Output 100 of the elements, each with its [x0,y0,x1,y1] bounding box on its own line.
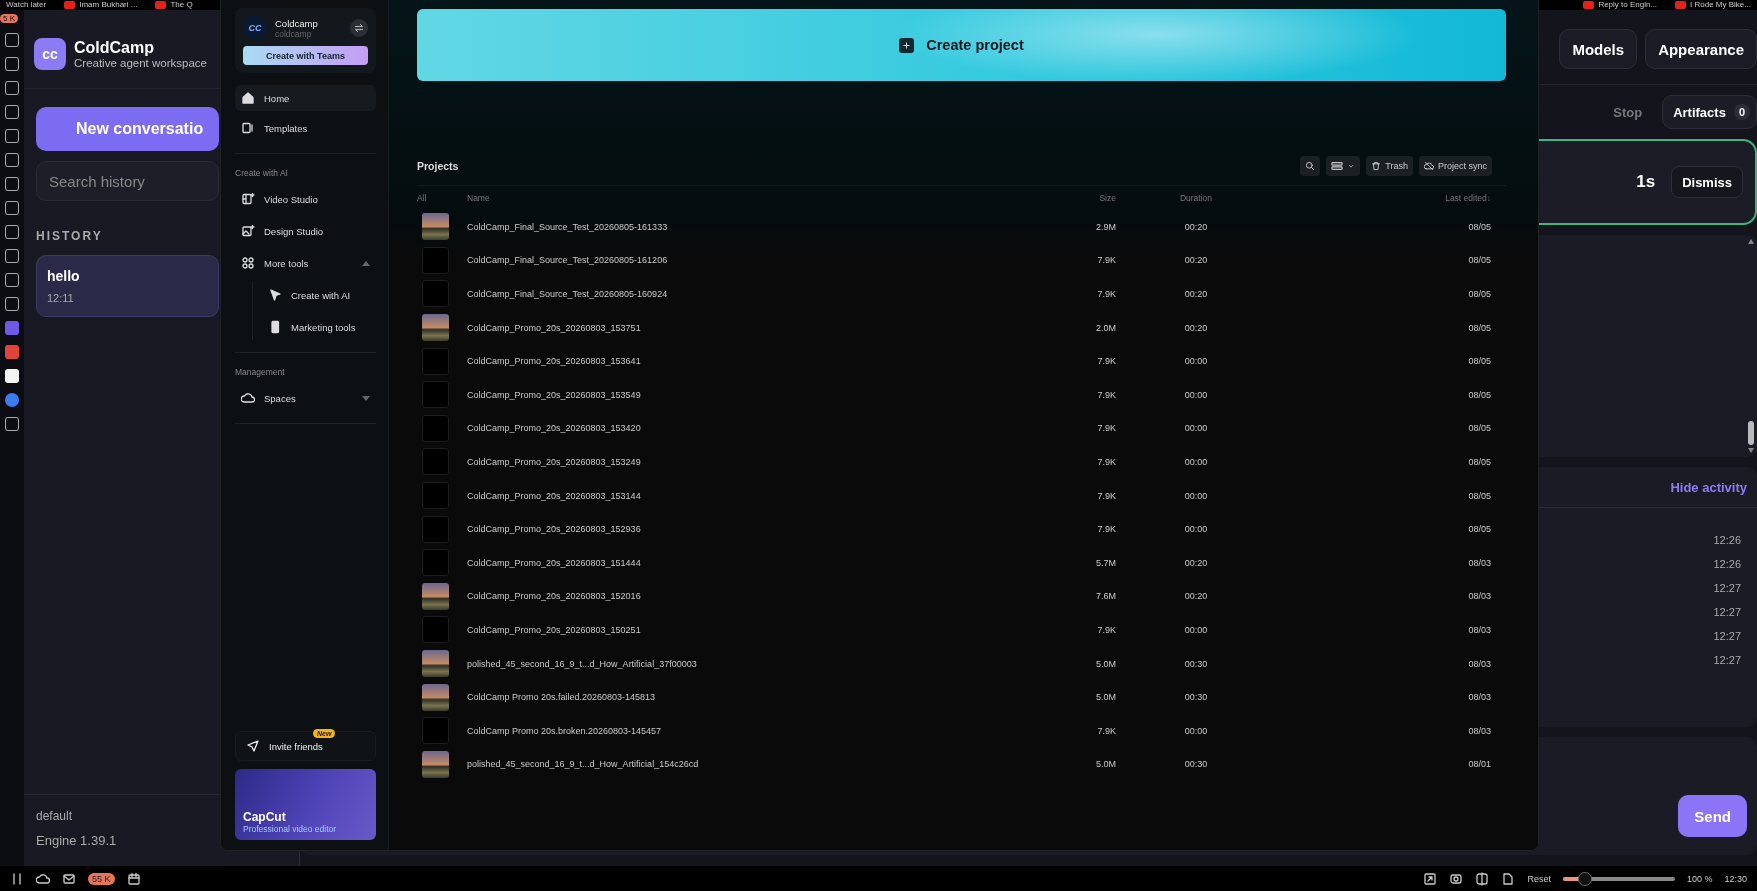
search-field[interactable]: Search history [36,161,219,201]
table-cell-text: 08/05 [1467,322,1492,333]
app-icon[interactable] [5,33,19,47]
nav-item[interactable]: Video Studio [235,186,376,212]
column-header[interactable]: Name [467,193,1046,203]
project-name[interactable]: ColdCamp_Final_Source_Test_20260805-161333 [467,221,1046,232]
bookmark-link[interactable]: The Q [170,0,193,10]
app-icon[interactable] [5,177,19,191]
project-name[interactable]: ColdCamp_Promo_20s_20260803_153144 [467,490,1046,501]
nav-label: Spaces [264,392,296,404]
create-project-button[interactable]: Create project [417,9,1506,81]
app-icon[interactable] [5,57,19,71]
stop-button[interactable]: Stop [1613,104,1643,120]
blank-thumbnail[interactable] [422,515,449,543]
header-button[interactable]: Appearance [1645,29,1757,69]
app-icon[interactable] [5,129,19,143]
table-cell-text: 08/03 [1467,557,1492,568]
project-name[interactable]: ColdCamp_Promo_20s_20260803_153420 [467,423,1046,434]
nav-item[interactable]: Home [235,85,376,111]
nav-item[interactable]: More tools [235,250,376,276]
photo-placeholder[interactable] [422,582,449,610]
project-name[interactable]: ColdCamp_Final_Source_Test_20260805-161206 [467,255,1046,266]
scrollbar[interactable] [1747,239,1755,453]
project-name[interactable]: ColdCamp_Promo_20s_20260803_152016 [467,591,1046,602]
project-name[interactable]: polished_45_second_16_9_t...d_How_Artificial_154c26cd [467,759,1046,770]
bookmark-link[interactable]: Watch later [6,0,47,10]
photo-placeholder[interactable] [422,314,449,342]
nav-item[interactable]: Spaces [235,385,376,411]
table-cell-text: 08/05 [1467,289,1492,299]
trash-icon [1371,161,1382,171]
bookmark-link[interactable]: Reply to Engin... [1598,0,1658,10]
new-conversation-button[interactable]: New conversatio [36,107,219,151]
blank-thumbnail[interactable] [422,482,449,510]
app-icon[interactable] [5,81,19,95]
photo-placeholder[interactable] [422,650,449,677]
column-header[interactable]: Duration [1116,193,1276,203]
app-icon[interactable] [5,393,19,407]
blank-thumbnail[interactable] [422,616,449,644]
app-icon[interactable] [5,105,19,119]
slider-thumb[interactable] [1578,871,1593,886]
project-name[interactable]: ColdCamp_Promo_20s_20260803_153249 [467,456,1046,467]
column-header[interactable]: Last edited↓ [1276,193,1506,203]
view-menu-button[interactable] [1326,156,1361,176]
blank-thumbnail[interactable] [422,381,449,409]
caret-icon[interactable] [362,395,370,401]
nav-item[interactable]: Create with AI [262,282,376,308]
promo-card[interactable]: CapCut Professional video editor [235,769,376,840]
project-name[interactable]: ColdCamp_Promo_20s_20260803_153549 [467,389,1046,400]
project-name[interactable]: ColdCamp_Promo_20s_20260803_153751 [467,322,1046,333]
bookmark-link[interactable]: I Rode My Bike... [1690,0,1751,10]
column-header[interactable]: All [417,193,467,203]
app-icon[interactable] [5,297,19,311]
notification-badge: 5 K [0,14,18,23]
project-name[interactable]: ColdCamp Promo 20s.broken.20260803-145457 [467,725,1046,736]
project-name[interactable]: ColdCamp_Promo_20s_20260803_150251 [467,624,1046,635]
dismiss-button[interactable]: Dismiss [1671,166,1743,198]
history-item[interactable]: hello 12:11 [36,255,219,317]
reset-button[interactable]: Reset [1527,873,1551,884]
activity-time: 12:27 [1713,606,1741,618]
create-with-teams-button[interactable]: Create with Teams [243,46,368,65]
header-button[interactable]: Models [1559,29,1638,69]
blank-thumbnail[interactable] [422,347,449,375]
photo-placeholder[interactable] [422,683,449,711]
app-icon[interactable] [5,225,19,239]
blank-thumbnail[interactable] [422,717,449,745]
project-name[interactable]: polished_45_second_16_9_t...d_How_Artificial_37f00003 [467,658,1046,669]
app-icon[interactable] [5,417,19,431]
project-name[interactable]: ColdCamp Promo 20s.failed.20260803-145813 [467,692,1046,703]
bookmark-link[interactable]: Imam Bukhari ... [79,0,138,10]
nav-item[interactable]: Design Studio [235,218,376,244]
switch-button[interactable] [350,19,368,37]
nav-item[interactable]: Marketing tools [262,314,376,340]
send-button[interactable]: Send [1678,795,1747,837]
app-icon[interactable] [5,249,19,263]
clock: 12:30 [1724,873,1747,884]
app-title: ColdCamp [74,39,155,57]
app-icon[interactable] [5,273,19,287]
project-name[interactable]: ColdCamp_Promo_20s_20260803_152936 [467,524,1046,535]
trash-button[interactable]: Trash [1366,156,1413,176]
zoom-slider[interactable] [1562,871,1675,886]
project-name[interactable]: ColdCamp_Final_Source_Test_20260805-160924 [467,289,1046,299]
project-name[interactable]: ColdCamp_Promo_20s_20260803_153641 [467,356,1046,367]
project-sync-button[interactable]: Project sync [1418,156,1492,176]
app-icon[interactable] [5,201,19,215]
nav-item[interactable]: Templates [235,115,376,141]
blank-thumbnail[interactable] [422,549,449,577]
hide-activity-link[interactable]: Hide activity [1670,479,1747,495]
blank-thumbnail[interactable] [422,448,449,476]
caret-icon[interactable] [362,260,370,266]
column-header[interactable]: Size [1046,193,1116,203]
photo-placeholder[interactable] [422,213,449,241]
app-icon[interactable] [5,153,19,167]
photo-placeholder[interactable] [422,750,449,778]
search-button[interactable] [1300,156,1321,176]
project-name[interactable]: ColdCamp_Promo_20s_20260803_151444 [467,557,1046,568]
table-cell-text: 00:30 [1183,692,1209,703]
blank-thumbnail[interactable] [422,414,449,442]
artifacts-button[interactable]: Artifacts 0 [1662,95,1757,129]
blank-thumbnail[interactable] [422,280,449,308]
blank-thumbnail[interactable] [422,246,449,274]
